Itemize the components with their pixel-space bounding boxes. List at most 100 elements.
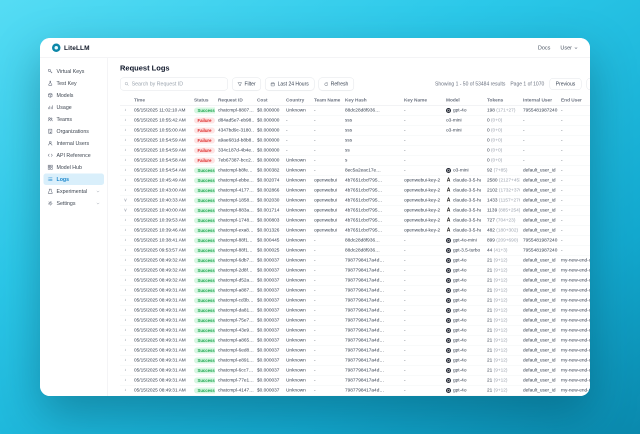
row-expand-toggle[interactable]: › [120,295,131,305]
log-row[interactable]: ›05/15/2025 10:54:58 AMFailure7eb67387-b… [120,155,590,165]
sidebar-item-model-hub[interactable]: Model Hub [44,162,105,174]
previous-page-button[interactable]: Previous [549,78,581,90]
log-row[interactable]: ›05/15/2025 08:49:31 AMSuccesschatcmpl-6… [120,345,590,355]
cell-tokens: 21 (9+12) [484,305,520,315]
log-row[interactable]: ›05/15/2025 10:55:00 AMFailure4347bd9c-3… [120,125,590,135]
cell-time: 05/15/2025 08:49:31 AM [131,325,191,335]
row-expand-toggle[interactable]: › [120,285,131,295]
docs-link[interactable]: Docs [538,45,551,51]
time-range-button[interactable]: Last 24 Hours [265,78,314,91]
cell-cost: $0.000037 [254,335,283,345]
log-row[interactable]: ›05/15/2025 08:49:31 AMSuccesschatcmpl-7… [120,315,590,325]
row-expand-toggle[interactable]: › [120,325,131,335]
row-expand-toggle[interactable]: › [120,335,131,345]
row-expand-toggle[interactable]: › [120,355,131,365]
row-expand-toggle[interactable]: › [120,235,131,245]
cell-key-hash: 7987798417a4d… [342,265,401,275]
row-expand-toggle[interactable]: › [120,185,131,195]
row-expand-toggle[interactable]: › [120,145,131,155]
log-row[interactable]: ›05/15/2025 10:38:41 AMSuccesschatcmpl-8… [120,235,590,245]
cell-internal-user: default_user_id [520,305,558,315]
cell-key-name: - [401,365,443,375]
log-row[interactable]: ›05/15/2025 09:53:57 AMSuccesschatcmpl-8… [120,245,590,255]
cell-cost: $0.000000 [254,125,283,135]
cell-key-hash: 88dc28d8f936… [342,245,401,255]
cell-request-id: chatcmpl-88f1… [215,235,254,245]
cell-key-name: openwebui-key-2 [401,225,443,235]
log-row[interactable]: ›05/15/2025 10:54:54 AMSuccesschatcmpl-b… [120,165,590,175]
sidebar-item-organizations[interactable]: Organizations [44,126,105,138]
log-row[interactable]: ›05/15/2025 08:49:31 AMSuccesschatcmpl-4… [120,385,590,395]
row-expand-toggle[interactable]: › [120,215,131,225]
sidebar-item-settings[interactable]: Settings [44,198,105,210]
row-expand-toggle[interactable]: › [120,105,131,115]
log-row[interactable]: ›05/15/2025 10:39:53 AMSuccesschatcmpl-1… [120,215,590,225]
search-input[interactable] [132,81,224,87]
log-row[interactable]: ›05/15/2025 10:45:49 AMSuccesschatcmpl-e… [120,175,590,185]
log-row[interactable]: ›05/15/2025 10:43:00 AMSuccesschatcmpl-4… [120,185,590,195]
log-row[interactable]: ›05/15/2025 08:49:31 AMSuccesschatcmpl-e… [120,355,590,365]
cell-cost: $0.002030 [254,195,283,205]
row-expand-toggle[interactable]: › [120,275,131,285]
row-expand-toggle[interactable]: › [120,345,131,355]
row-expand-toggle[interactable]: › [120,125,131,135]
row-expand-toggle[interactable]: › [120,265,131,275]
log-row[interactable]: ›05/15/2025 08:49:31 AMSuccesschatcmpl-a… [120,335,590,345]
log-row[interactable]: ›05/15/2025 10:54:59 AMFailure334c187d-4… [120,145,590,155]
log-row[interactable]: ›05/15/2025 08:49:31 AMSuccesschatcmpl-a… [120,285,590,295]
sidebar-item-api-reference[interactable]: API Reference [44,150,105,162]
log-row[interactable]: ›05/15/2025 10:39:46 AMSuccesschatcmpl-e… [120,225,590,235]
row-expand-toggle[interactable]: › [120,245,131,255]
row-expand-toggle[interactable]: › [120,395,131,396]
row-expand-toggle[interactable]: › [120,315,131,325]
status-badge: Success [194,377,215,383]
row-expand-toggle[interactable]: › [120,305,131,315]
row-expand-toggle[interactable]: › [120,115,131,125]
row-expand-toggle[interactable]: ∨ [120,205,131,215]
log-row[interactable]: ›05/15/2025 08:49:31 AMSuccesschatcmpl-7… [120,375,590,385]
row-expand-toggle[interactable]: › [120,225,131,235]
cell-model: gpt-4o [443,315,484,325]
sidebar-item-test-key[interactable]: Test Key [44,78,105,90]
sidebar-item-virtual-keys[interactable]: Virtual Keys [44,66,105,78]
log-row[interactable]: ›05/15/2025 08:49:32 AMSuccesschatcmpl-d… [120,275,590,285]
row-expand-toggle[interactable]: › [120,135,131,145]
log-row[interactable]: ›05/15/2025 08:49:32 AMSuccesschatcmpl-2… [120,265,590,275]
cell-team-name: - [311,285,342,295]
log-row[interactable]: ›05/15/2025 08:49:32 AMSuccesschatcmpl-6… [120,255,590,265]
log-row[interactable]: ›05/15/2025 08:49:31 AMSuccesschatcmpl-4… [120,325,590,335]
log-row[interactable]: ›05/15/2025 10:55:42 AMFailured84ad5e7-e… [120,115,590,125]
cell-cost: $0.000382 [254,165,283,175]
cell-country: - [283,135,311,145]
next-page-button[interactable]: Next [587,78,590,90]
row-expand-toggle[interactable]: › [120,175,131,185]
user-menu[interactable]: User [560,45,578,51]
row-expand-toggle[interactable]: › [120,365,131,375]
sidebar-item-models[interactable]: Models [44,90,105,102]
log-row[interactable]: ›05/15/2025 08:49:31 AMSuccesschatcmpl-8… [120,395,590,396]
row-expand-toggle[interactable]: › [120,375,131,385]
row-expand-toggle[interactable]: › [120,155,131,165]
sidebar-item-usage[interactable]: Usage [44,102,105,114]
row-expand-toggle[interactable]: › [120,165,131,175]
sidebar-item-experimental[interactable]: Experimental [44,186,105,198]
log-row[interactable]: ∨05/15/2025 10:40:33 AMSuccesschatcmpl-1… [120,195,590,205]
sidebar-item-internal-users[interactable]: Internal Users [44,138,105,150]
log-row[interactable]: ›05/15/2025 10:54:59 AMFailurea9ae681d-b… [120,135,590,145]
row-expand-toggle[interactable]: ∨ [120,195,131,205]
log-row[interactable]: ›05/15/2025 08:49:31 AMSuccesschatcmpl-d… [120,305,590,315]
log-row[interactable]: ›05/15/2025 11:02:10 AMSuccesschatcmpl-8… [120,105,590,115]
cell-team-name: - [311,125,342,135]
log-row[interactable]: ∨05/15/2025 10:40:00 AMSuccesschatcmpl-8… [120,205,590,215]
sidebar-item-teams[interactable]: Teams [44,114,105,126]
filter-button[interactable]: Filter [232,78,261,91]
row-expand-toggle[interactable]: › [120,385,131,395]
refresh-button[interactable]: Refresh [318,78,354,91]
cell-model: o3-mini [443,115,484,125]
model-name: gpt-4o [453,318,466,324]
cell-tokens: 0 (0+0) [484,135,520,145]
sidebar-item-logs[interactable]: Logs [44,174,105,186]
log-row[interactable]: ›05/15/2025 08:49:31 AMSuccesschatcmpl-c… [120,295,590,305]
log-row[interactable]: ›05/15/2025 08:49:31 AMSuccesschatcmpl-6… [120,365,590,375]
row-expand-toggle[interactable]: › [120,255,131,265]
